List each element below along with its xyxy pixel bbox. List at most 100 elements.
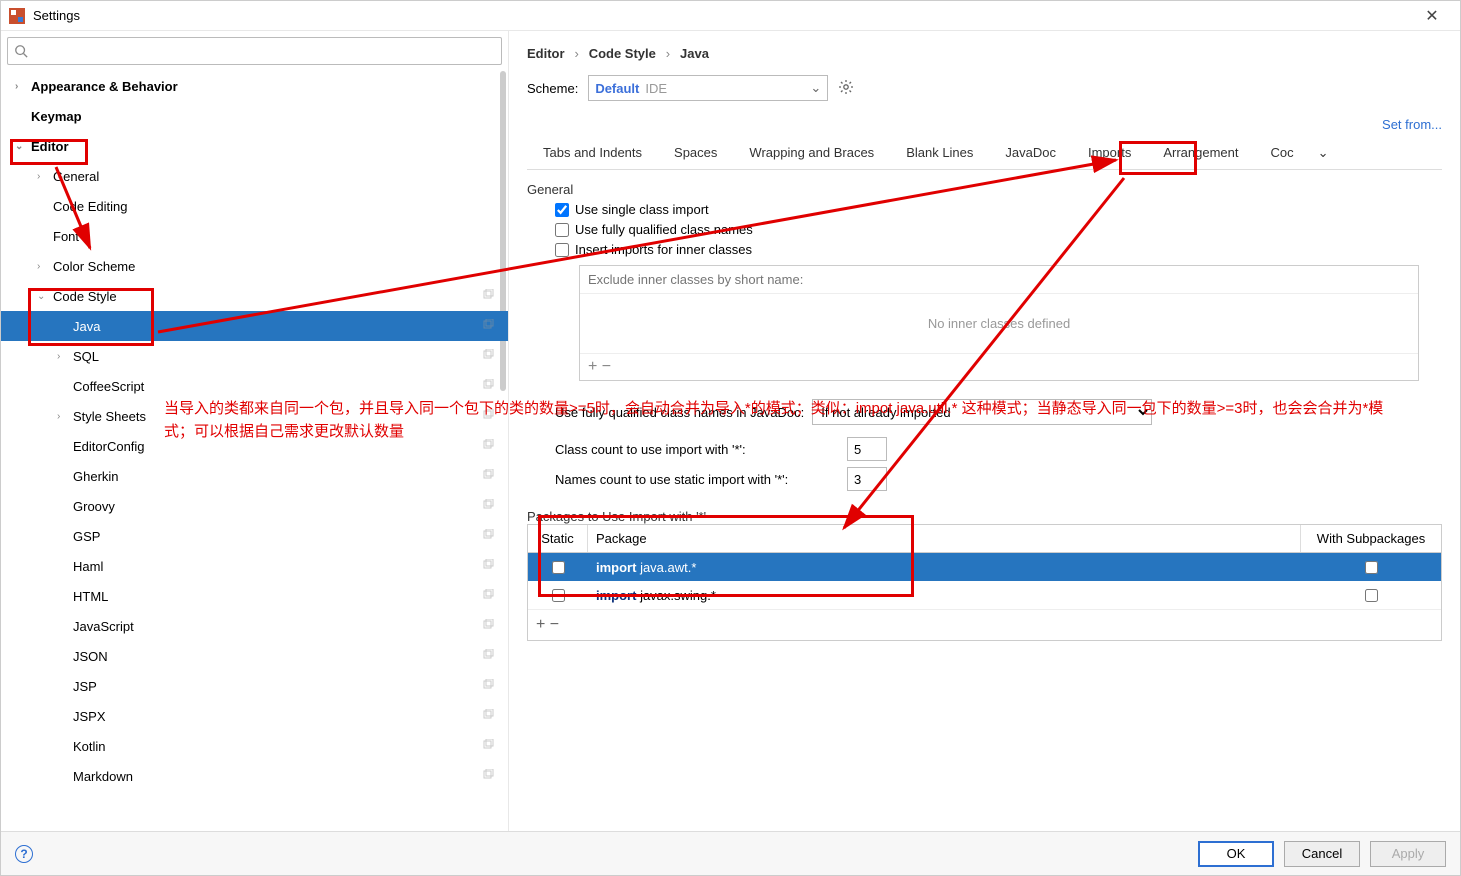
chevron-right-icon: › [666, 46, 670, 61]
tree-item-code-style[interactable]: ⌄Code Style [1, 281, 508, 311]
packages-section: Packages to Use Import with '*' Static P… [527, 509, 1442, 641]
class-count-input[interactable] [847, 437, 887, 461]
tree-label: JavaScript [73, 619, 134, 634]
opt-inner-imports[interactable]: Insert imports for inner classes [555, 242, 1442, 257]
cancel-button[interactable]: Cancel [1284, 841, 1360, 867]
tree-item-editor[interactable]: ⌄ Editor [1, 131, 508, 161]
tree-item-keymap[interactable]: Keymap [1, 101, 508, 131]
exclude-toolbar[interactable]: + − [580, 353, 1418, 380]
tabs-more[interactable]: ⌄ [1310, 137, 1337, 169]
opt-single-class[interactable]: Use single class import [555, 202, 1442, 217]
ok-button[interactable]: OK [1198, 841, 1274, 867]
tab-javadoc[interactable]: JavaDoc [989, 137, 1072, 169]
packages-table: Static Package With Subpackages import j… [527, 524, 1442, 641]
scheme-name: Default [595, 81, 639, 96]
tree-item-color-scheme[interactable]: ›Color Scheme [1, 251, 508, 281]
chevron-icon: › [15, 81, 27, 92]
subpkg-checkbox[interactable] [1365, 561, 1378, 574]
chevron-icon: › [57, 351, 69, 362]
close-button[interactable]: ✕ [1412, 6, 1452, 26]
search-icon [14, 44, 28, 58]
tree-item-code-editing[interactable]: Code Editing [1, 191, 508, 221]
scheme-row: Scheme: Default IDE ⌄ [527, 75, 1442, 101]
checkbox[interactable] [555, 223, 569, 237]
tree-label: Kotlin [73, 739, 106, 754]
count-box: Class count to use import with '*': Name… [555, 437, 1442, 491]
names-count-input[interactable] [847, 467, 887, 491]
section-title-general: General [527, 182, 573, 197]
main-panel: Editor › Code Style › Java Scheme: Defau… [509, 31, 1460, 831]
tree-item-haml[interactable]: Haml [1, 551, 508, 581]
breadcrumb: Editor › Code Style › Java [527, 45, 1442, 61]
tree-label: Editor [31, 139, 69, 154]
settings-tree[interactable]: ›Appearance & Behavior Keymap ⌄ Editor ›Gene… [1, 71, 508, 831]
packages-head: Static Package With Subpackages [528, 525, 1441, 553]
fq-label: Use fully qualified class names in JavaD… [555, 405, 804, 420]
tree-label: CoffeeScript [73, 379, 144, 394]
tree-label: Color Scheme [53, 259, 135, 274]
exclude-input[interactable] [580, 266, 1418, 294]
tree-item-html[interactable]: HTML [1, 581, 508, 611]
chevron-icon: ⌄ [15, 141, 27, 152]
subpkg-checkbox[interactable] [1365, 589, 1378, 602]
tab-blank-lines[interactable]: Blank Lines [890, 137, 989, 169]
tree-item-appearance-behavior[interactable]: ›Appearance & Behavior [1, 71, 508, 101]
tree-item-jsp[interactable]: JSP [1, 671, 508, 701]
tree-item-gherkin[interactable]: Gherkin [1, 461, 508, 491]
tree-item-markdown[interactable]: Markdown [1, 761, 508, 791]
tree-label: HTML [73, 589, 108, 604]
tab-tabs-and-indents[interactable]: Tabs and Indents [527, 137, 658, 169]
package-row[interactable]: import javax.swing.* [528, 581, 1441, 609]
tree-item-coffeescript[interactable]: CoffeeScript [1, 371, 508, 401]
tab-imports[interactable]: Imports [1072, 137, 1147, 169]
col-subpackages[interactable]: With Subpackages [1301, 525, 1441, 552]
tree-item-font[interactable]: Font [1, 221, 508, 251]
checkbox[interactable] [555, 243, 569, 257]
tree-item-jspx[interactable]: JSPX [1, 701, 508, 731]
search-input[interactable] [34, 44, 495, 59]
scheme-select[interactable]: Default IDE ⌄ [588, 75, 828, 101]
tree-label: Font [53, 229, 79, 244]
tree-label: Code Editing [53, 199, 127, 214]
scheme-label: Scheme: [527, 81, 578, 96]
checkbox[interactable] [555, 203, 569, 217]
tree-item-gsp[interactable]: GSP [1, 521, 508, 551]
app-icon [9, 8, 25, 24]
gear-icon[interactable] [838, 79, 854, 98]
apply-button[interactable]: Apply [1370, 841, 1446, 867]
names-count-row: Names count to use static import with '*… [555, 467, 1442, 491]
tab-arrangement[interactable]: Arrangement [1147, 137, 1254, 169]
crumb-editor[interactable]: Editor [527, 46, 565, 61]
tree-item-kotlin[interactable]: Kotlin [1, 731, 508, 761]
tree-label: Keymap [31, 109, 82, 124]
copy-icon [482, 289, 494, 304]
tree-item-general[interactable]: ›General [1, 161, 508, 191]
chevron-icon: ⌄ [37, 291, 49, 302]
static-checkbox[interactable] [552, 589, 565, 602]
copy-icon [482, 439, 494, 454]
static-checkbox[interactable] [552, 561, 565, 574]
tree-item-java[interactable]: Java [1, 311, 508, 341]
sidebar: ›Appearance & Behavior Keymap ⌄ Editor ›Gene… [1, 31, 509, 831]
tab-wrapping-and-braces[interactable]: Wrapping and Braces [733, 137, 890, 169]
crumb-codestyle[interactable]: Code Style [589, 46, 656, 61]
col-package[interactable]: Package [588, 525, 1301, 552]
tab-spaces[interactable]: Spaces [658, 137, 733, 169]
copy-icon [482, 319, 494, 334]
tab-coc[interactable]: Coc [1254, 137, 1309, 169]
fq-select[interactable]: If not already imported [812, 399, 1152, 425]
tree-item-editorconfig[interactable]: EditorConfig [1, 431, 508, 461]
tree-item-sql[interactable]: ›SQL [1, 341, 508, 371]
tree-label: JSP [73, 679, 97, 694]
set-from-link[interactable]: Set from... [1382, 117, 1442, 132]
tree-item-style-sheets[interactable]: ›Style Sheets [1, 401, 508, 431]
package-row[interactable]: import java.awt.* [528, 553, 1441, 581]
packages-toolbar[interactable]: + − [528, 609, 1441, 640]
help-icon[interactable]: ? [15, 845, 33, 863]
col-static[interactable]: Static [528, 525, 588, 552]
tree-item-groovy[interactable]: Groovy [1, 491, 508, 521]
search-box[interactable] [7, 37, 502, 65]
tree-item-javascript[interactable]: JavaScript [1, 611, 508, 641]
opt-fq-names[interactable]: Use fully qualified class names [555, 222, 1442, 237]
tree-item-json[interactable]: JSON [1, 641, 508, 671]
